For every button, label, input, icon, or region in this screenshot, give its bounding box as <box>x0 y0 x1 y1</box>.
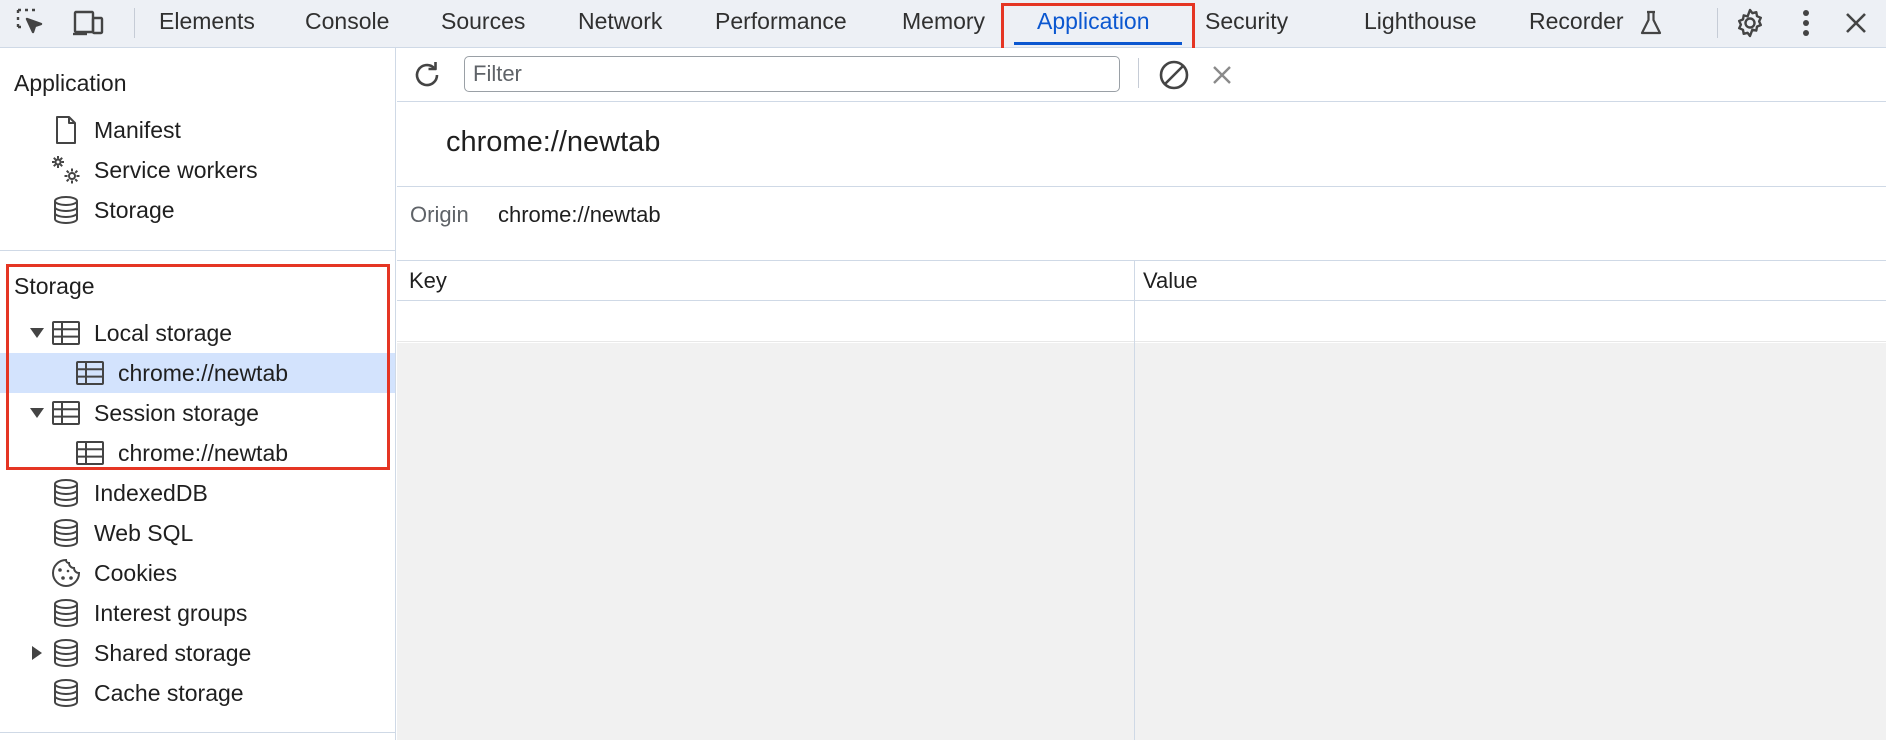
table-icon <box>49 313 83 353</box>
tab-recorder[interactable]: Recorder <box>1529 0 1624 46</box>
tab-network[interactable]: Network <box>578 0 662 46</box>
flask-icon <box>1637 0 1665 46</box>
database-icon <box>49 473 83 513</box>
sidebar-item-web-sql[interactable]: Web SQL <box>0 513 395 553</box>
gear-icon[interactable] <box>1731 0 1769 46</box>
sidebar: Application Manifest Service workers Sto… <box>0 48 396 740</box>
sidebar-item-label: Manifest <box>94 117 181 143</box>
database-icon <box>49 593 83 633</box>
sidebar-item-label: Storage <box>94 197 175 223</box>
tab-security[interactable]: Security <box>1205 0 1288 46</box>
expand-arrow-icon[interactable] <box>27 393 47 433</box>
table-row[interactable] <box>397 302 1886 342</box>
expand-arrow-icon[interactable] <box>27 313 47 353</box>
sidebar-section-title-storage: Storage <box>14 273 95 299</box>
inspect-element-icon[interactable] <box>12 0 50 46</box>
divider <box>397 186 1886 187</box>
toolbar-separator <box>1138 58 1139 88</box>
column-divider[interactable] <box>1134 261 1135 740</box>
sidebar-item-cache-storage[interactable]: Cache storage <box>0 673 395 713</box>
sidebar-item-manifest[interactable]: Manifest <box>0 110 395 150</box>
sidebar-item-label: IndexedDB <box>94 480 208 506</box>
tab-application[interactable]: Application <box>1037 0 1150 46</box>
column-header-value[interactable]: Value <box>1143 261 1198 301</box>
devtools-tab-bar: Elements Console Sources Network Perform… <box>0 0 1886 48</box>
table-icon <box>73 353 107 393</box>
sidebar-item-label: Service workers <box>94 157 258 183</box>
database-icon <box>49 513 83 553</box>
tab-sources[interactable]: Sources <box>441 0 525 46</box>
sidebar-divider <box>0 732 396 733</box>
filter-input[interactable] <box>464 56 1120 92</box>
sidebar-item-label: Shared storage <box>94 640 252 666</box>
tab-lighthouse[interactable]: Lighthouse <box>1364 0 1477 46</box>
sidebar-item-label: Local storage <box>94 320 233 346</box>
sidebar-section-title-application: Application <box>14 70 127 96</box>
tab-console[interactable]: Console <box>305 0 389 46</box>
tab-performance[interactable]: Performance <box>715 0 847 46</box>
sidebar-item-local-storage-origin[interactable]: chrome://newtab <box>0 353 395 393</box>
tab-memory[interactable]: Memory <box>902 0 985 46</box>
clear-all-icon[interactable] <box>1157 52 1191 98</box>
table-icon <box>73 433 107 473</box>
sidebar-divider <box>0 250 396 251</box>
table-header: Key Value <box>397 261 1886 301</box>
delete-selected-icon[interactable] <box>1207 52 1237 98</box>
sidebar-item-label: chrome://newtab <box>118 360 289 386</box>
sidebar-item-session-storage[interactable]: Session storage <box>0 393 395 433</box>
cookie-icon <box>49 553 83 593</box>
storage-toolbar <box>397 48 1886 102</box>
sidebar-item-label: Session storage <box>94 400 259 426</box>
database-icon <box>49 190 83 230</box>
sidebar-item-cookies[interactable]: Cookies <box>0 553 395 593</box>
sidebar-item-label: Interest groups <box>94 600 248 626</box>
collapsed-arrow-icon[interactable] <box>27 633 47 673</box>
active-tab-indicator <box>1014 42 1182 45</box>
database-icon <box>49 673 83 713</box>
document-icon <box>49 110 83 150</box>
sidebar-item-storage[interactable]: Storage <box>0 190 395 230</box>
sidebar-item-session-storage-origin[interactable]: chrome://newtab <box>0 433 395 473</box>
main-panel: chrome://newtab Origin chrome://newtab K… <box>397 48 1886 740</box>
tab-elements[interactable]: Elements <box>159 0 255 46</box>
sidebar-item-service-workers[interactable]: Service workers <box>0 150 395 190</box>
database-icon <box>49 633 83 673</box>
table-empty-area <box>397 343 1886 740</box>
close-icon[interactable] <box>1838 0 1874 46</box>
sidebar-item-label: Web SQL <box>94 520 194 546</box>
sidebar-item-label: Cache storage <box>94 680 244 706</box>
toolbar-separator <box>134 8 135 38</box>
column-header-key[interactable]: Key <box>409 261 447 301</box>
sidebar-item-interest-groups[interactable]: Interest groups <box>0 593 395 633</box>
kebab-menu-icon[interactable] <box>1789 0 1823 46</box>
sidebar-item-label: Cookies <box>94 560 178 586</box>
table-icon <box>49 393 83 433</box>
gears-icon <box>49 150 83 190</box>
device-toolbar-icon[interactable] <box>68 0 108 46</box>
sidebar-item-local-storage[interactable]: Local storage <box>0 313 395 353</box>
toolbar-separator <box>1717 8 1718 38</box>
sidebar-item-indexeddb[interactable]: IndexedDB <box>0 473 395 513</box>
origin-value: chrome://newtab <box>498 202 661 227</box>
origin-label: Origin <box>410 202 469 227</box>
sidebar-item-label: chrome://newtab <box>118 440 289 466</box>
refresh-icon[interactable] <box>411 52 443 98</box>
sidebar-item-shared-storage[interactable]: Shared storage <box>0 633 395 673</box>
page-title: chrome://newtab <box>446 126 661 158</box>
